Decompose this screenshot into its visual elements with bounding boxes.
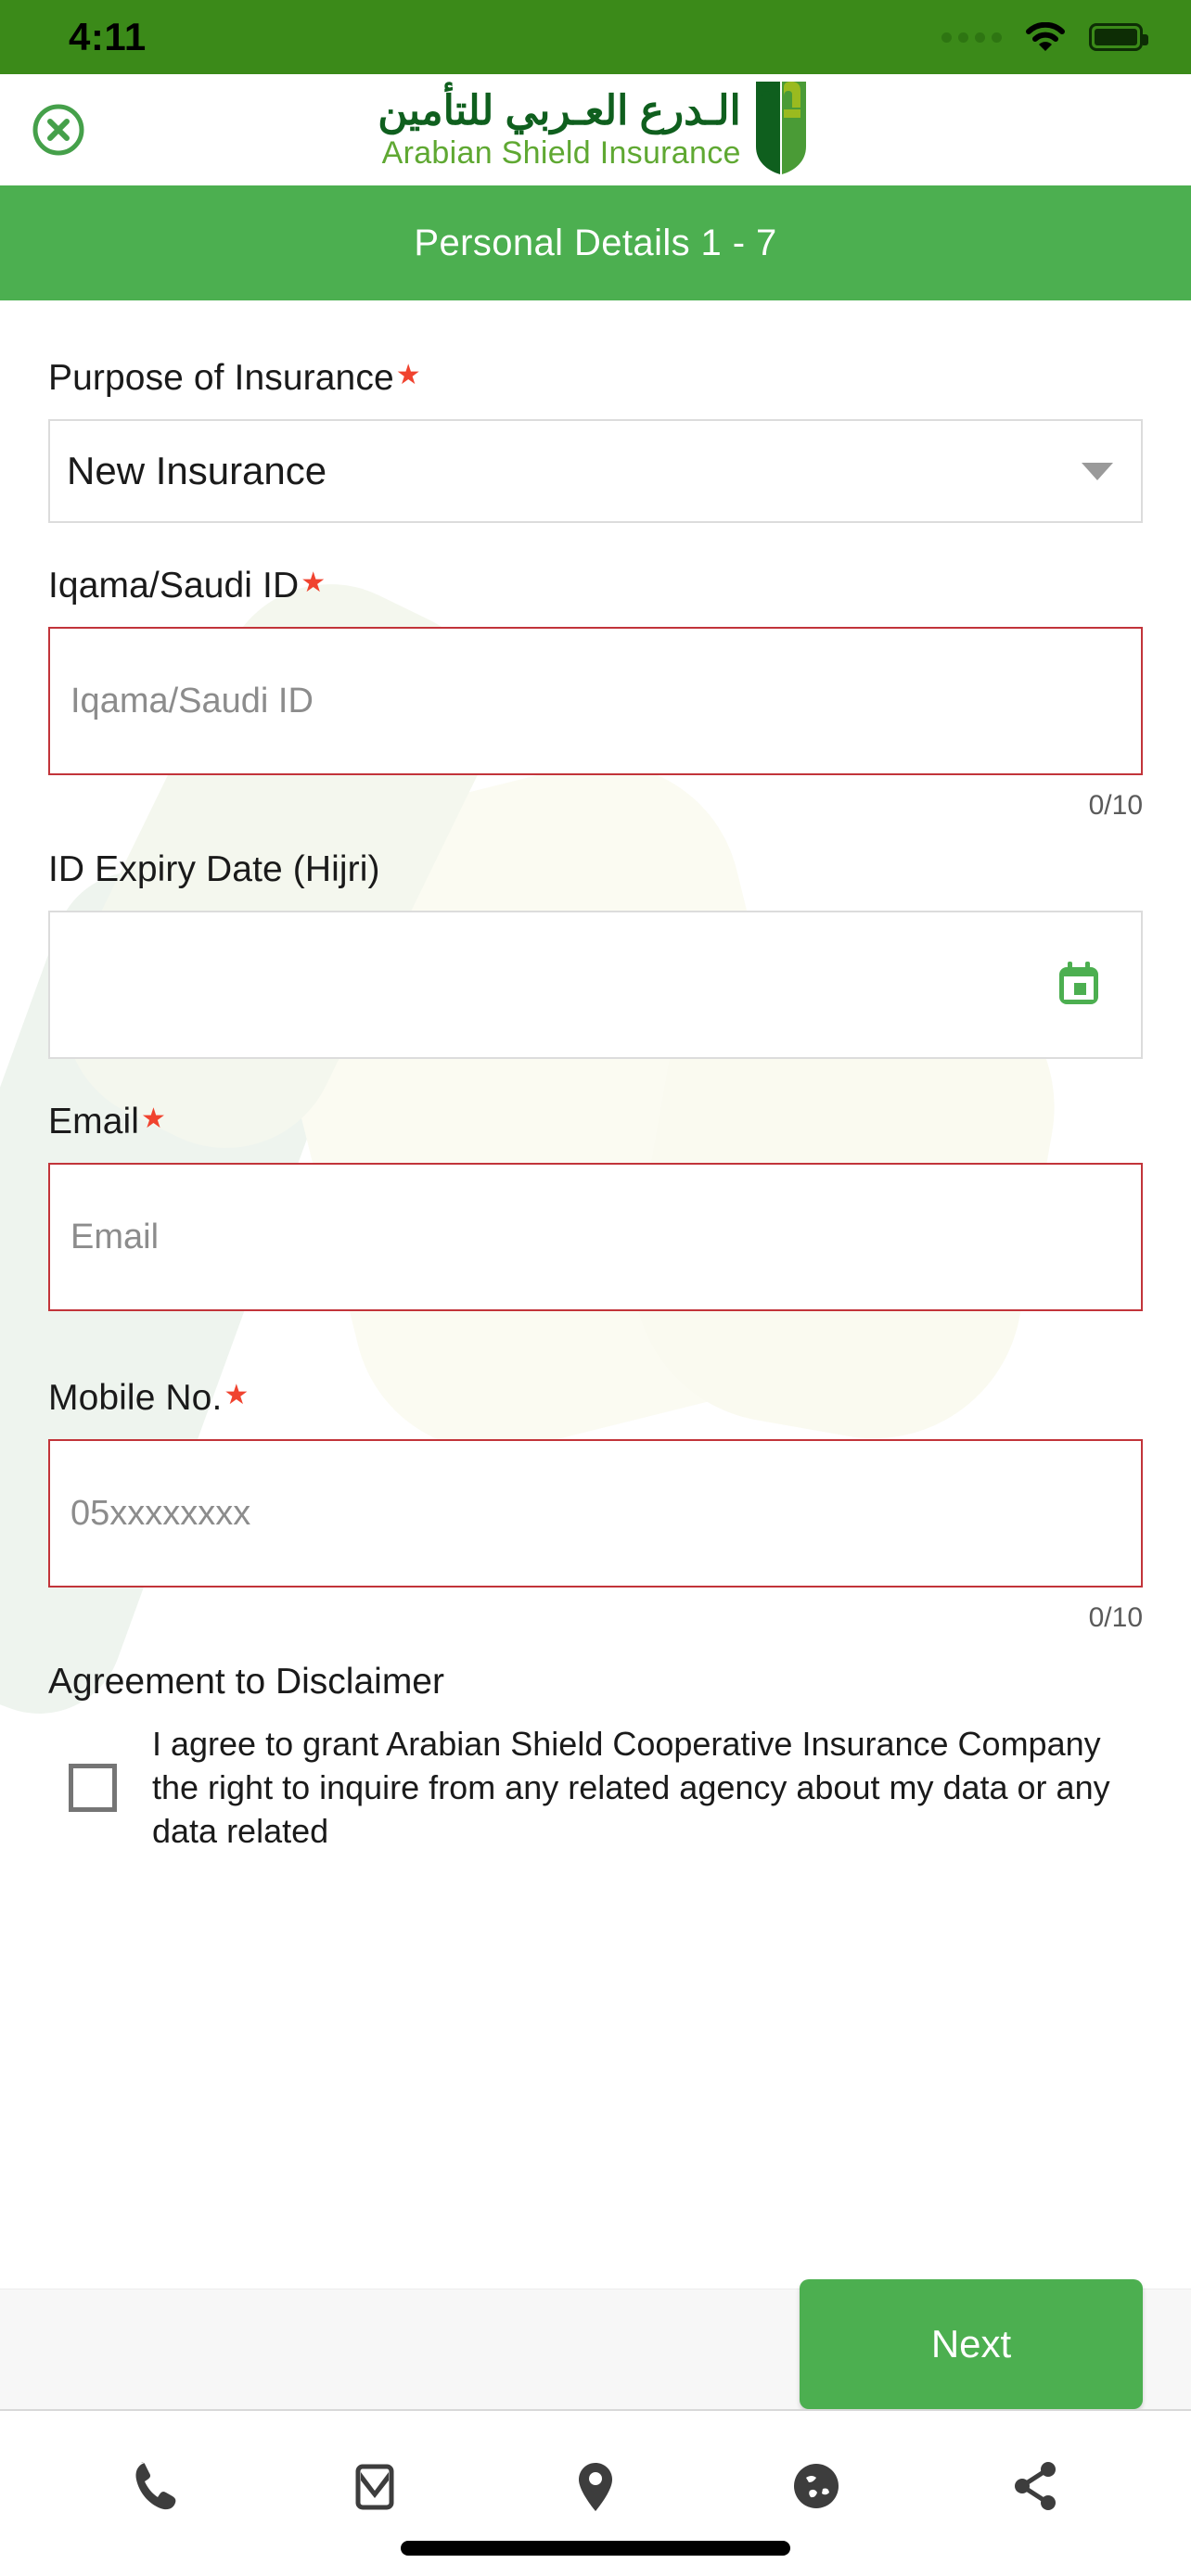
field-email: Email ★ Email [48,1102,1143,1311]
wifi-icon [1026,21,1065,52]
purpose-select[interactable]: New Insurance [48,419,1143,523]
iqama-label-text: Iqama/Saudi ID [48,566,300,606]
expiry-date-input[interactable] [48,911,1143,1059]
required-asterisk: ★ [395,360,421,390]
close-circle-icon[interactable] [32,103,85,157]
battery-full-icon [1089,23,1148,51]
mobile-input[interactable]: 05xxxxxxxx [48,1439,1143,1588]
mobile-label: Mobile No. ★ [48,1378,1143,1419]
required-asterisk: ★ [141,1103,167,1134]
disclaimer-title: Agreement to Disclaimer [48,1662,444,1702]
expiry-label: ID Expiry Date (Hijri) [48,849,1143,890]
field-id-expiry-date: ID Expiry Date (Hijri) [48,849,1143,1059]
expiry-label-text: ID Expiry Date (Hijri) [48,849,380,889]
mobile-char-counter: 0/10 [1088,1602,1143,1633]
required-asterisk: ★ [224,1380,250,1410]
signal-dots-icon [941,32,1002,43]
field-iqama-id: Iqama/Saudi ID ★ Iqama/Saudi ID 0/10 [48,566,1143,822]
brand-logo: الـدرع العـربي للتأمين Arabian Shield In… [0,74,1191,185]
status-indicators [941,21,1148,52]
iqama-placeholder: Iqama/Saudi ID [70,681,314,721]
disclaimer-row: I agree to grant Arabian Shield Cooperat… [48,1723,1143,1853]
calendar-icon[interactable] [1054,960,1104,1010]
purpose-label-text: Purpose of Insurance [48,358,394,398]
field-purpose-of-insurance: Purpose of Insurance ★ New Insurance [48,300,1143,523]
location-pin-icon[interactable] [544,2435,647,2537]
email-label: Email ★ [48,1102,1143,1142]
purpose-selected-value: New Insurance [67,449,327,492]
logo-arabic-name: الـدرع العـربي للتأمين [378,88,741,134]
mobile-placeholder: 05xxxxxxxx [70,1493,251,1533]
home-indicator [401,2541,790,2556]
bottom-navigation-bar [0,2409,1191,2576]
logo-header: الـدرع العـربي للتأمين Arabian Shield In… [0,74,1191,185]
app-screen: 4:11 الـدرع العـربي للتأمين Arabian Shie… [0,0,1191,2576]
page-title: Personal Details 1 - 7 [414,222,777,263]
share-icon[interactable] [985,2435,1087,2537]
email-placeholder: Email [70,1217,160,1256]
iqama-char-counter: 0/10 [1088,790,1143,821]
field-agreement-disclaimer: Agreement to Disclaimer I agree to grant… [48,1662,1143,1853]
mobile-label-text: Mobile No. [48,1378,223,1418]
next-button[interactable]: Next [800,2278,1143,2409]
globe-icon[interactable] [765,2435,867,2537]
shield-logo-icon [749,78,813,183]
form-footer: Next [0,2278,1191,2409]
iqama-label: Iqama/Saudi ID ★ [48,566,1143,606]
required-asterisk: ★ [301,567,327,598]
envelope-icon[interactable] [324,2435,426,2537]
field-mobile-number: Mobile No. ★ 05xxxxxxxx 0/10 [48,1378,1143,1634]
personal-details-form: Purpose of Insurance ★ New Insurance Iqa… [0,300,1191,1853]
phone-icon[interactable] [104,2435,206,2537]
status-bar: 4:11 [0,0,1191,74]
page-title-bar: Personal Details 1 - 7 [0,185,1191,300]
iqama-input[interactable]: Iqama/Saudi ID [48,627,1143,775]
form-scroll-area[interactable]: Purpose of Insurance ★ New Insurance Iqa… [0,300,1191,2289]
disclaimer-text: I agree to grant Arabian Shield Cooperat… [152,1725,1110,1850]
chevron-down-icon [1082,462,1113,480]
email-label-text: Email [48,1102,140,1141]
status-time: 4:11 [69,15,147,58]
disclaimer-checkbox[interactable] [69,1764,117,1813]
email-input[interactable]: Email [48,1163,1143,1311]
purpose-label: Purpose of Insurance ★ [48,358,1143,399]
logo-english-name: Arabian Shield Insurance [381,135,741,171]
